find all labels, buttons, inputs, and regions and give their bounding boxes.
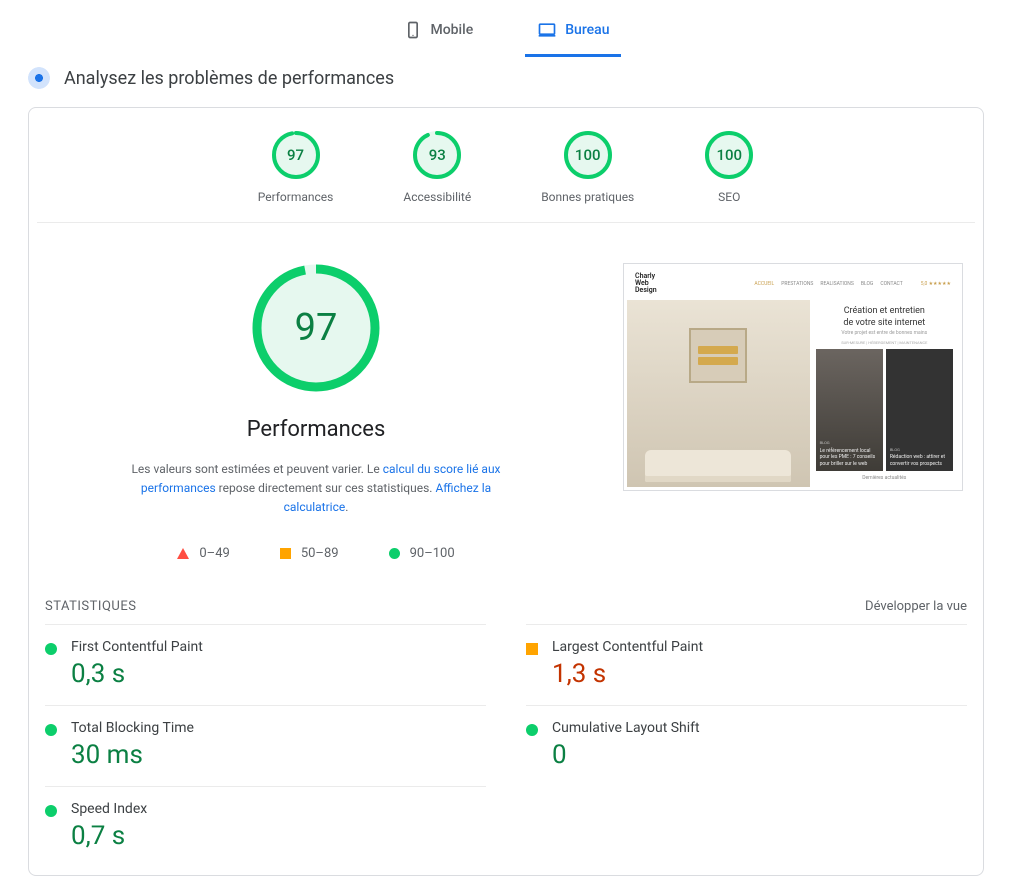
- metric-body: First Contentful Paint 0,3 s: [71, 639, 203, 689]
- score-gauge: 93: [412, 130, 462, 180]
- legend-high: 90–100: [389, 546, 455, 561]
- banner: Analysez les problèmes de performances: [0, 57, 1012, 107]
- thumb-logo3: Design: [635, 287, 657, 294]
- stats-title: STATISTIQUES: [45, 599, 136, 614]
- score-label: Performances: [258, 190, 334, 204]
- metric-value: 30 ms: [71, 740, 194, 770]
- thumb-sub: Votre projet est entre de bonnes mains: [816, 330, 953, 336]
- thumb-nav2: PRESTATIONS: [781, 281, 813, 287]
- tab-bureau-label: Bureau: [565, 22, 609, 38]
- score-gauge: 100: [563, 130, 613, 180]
- score-item-1[interactable]: 93 Accessibilité: [403, 130, 471, 204]
- stats-header: STATISTIQUES Développer la vue: [29, 585, 983, 624]
- score-label: Accessibilité: [403, 190, 471, 204]
- performance-title: Performances: [247, 417, 386, 442]
- thumb-meta: SUR-MESURE | HÉBERGEMENT | MAINTENANCE: [816, 340, 953, 345]
- metrics-grid: First Contentful Paint 0,3 s Largest Con…: [29, 624, 983, 867]
- score-label: Bonnes pratiques: [541, 190, 634, 204]
- site-screenshot: CharlyWebDesign ACCUEILPRESTATIONSREALIS…: [623, 263, 963, 491]
- scores-row: 97 Performances 93 Accessibilité: [37, 108, 975, 223]
- tab-bureau[interactable]: Bureau: [525, 12, 621, 57]
- thumb-card2-text: Rédaction web : attirer et convertir vos…: [890, 454, 949, 467]
- status-dot-icon: [526, 643, 538, 655]
- status-dot-icon: [526, 724, 538, 736]
- score-value: 100: [704, 130, 754, 180]
- desktop-icon: [537, 20, 557, 40]
- metric-value: 0: [552, 740, 700, 770]
- banner-text: Analysez les problèmes de performances: [64, 68, 394, 89]
- legend-low-label: 0–49: [199, 546, 229, 561]
- thumb-nav: ACCUEIL PRESTATIONS REALISATIONS BLOG CONTAC…: [754, 281, 902, 287]
- metric-value: 0,7 s: [71, 821, 147, 851]
- metric-4[interactable]: Speed Index 0,7 s: [45, 786, 486, 867]
- thumb-footer: Dernières actualités: [816, 471, 953, 481]
- disclaimer-text: Les valeurs sont estimées et peuvent var…: [131, 462, 382, 476]
- device-tabs: Mobile Bureau: [0, 0, 1012, 57]
- legend-mid: 50–89: [280, 546, 339, 561]
- metric-name: First Contentful Paint: [71, 639, 203, 655]
- metric-name: Cumulative Layout Shift: [552, 720, 700, 736]
- legend-low: 0–49: [177, 546, 229, 561]
- radar-icon: [28, 67, 50, 89]
- thumb-title2: de votre site internet: [816, 318, 953, 328]
- metric-0[interactable]: First Contentful Paint 0,3 s: [45, 624, 486, 705]
- metric-body: Cumulative Layout Shift 0: [552, 720, 700, 770]
- legend-high-label: 90–100: [410, 546, 455, 561]
- score-value: 93: [412, 130, 462, 180]
- square-icon: [280, 548, 291, 559]
- thumb-nav5: CONTACT: [880, 281, 902, 287]
- metric-body: Total Blocking Time 30 ms: [71, 720, 194, 770]
- circle-icon: [389, 548, 400, 559]
- score-item-3[interactable]: 100 SEO: [704, 130, 754, 204]
- performance-big-value: 97: [251, 263, 381, 393]
- disclaimer-text3: .: [345, 500, 348, 514]
- tab-mobile-label: Mobile: [431, 22, 474, 38]
- disclaimer: Les valeurs sont estimées et peuvent var…: [116, 460, 516, 518]
- performance-big-gauge: 97: [251, 263, 381, 393]
- detail-row: 97 Performances Les valeurs sont estimée…: [29, 223, 983, 585]
- thumb-nav4: BLOG: [861, 281, 874, 287]
- score-value: 97: [271, 130, 321, 180]
- disclaimer-text2: repose directement sur ces statistiques.: [216, 481, 436, 495]
- thumb-card2-tag: BLOG: [890, 447, 949, 452]
- score-legend: 0–49 50–89 90–100: [177, 546, 454, 561]
- metric-value: 0,3 s: [71, 659, 203, 689]
- thumb-card1-tag: BLOG: [820, 440, 879, 445]
- status-dot-icon: [45, 724, 57, 736]
- metric-3[interactable]: Cumulative Layout Shift 0: [526, 705, 967, 786]
- metric-name: Largest Contentful Paint: [552, 639, 703, 655]
- score-label: SEO: [718, 190, 740, 204]
- legend-mid-label: 50–89: [301, 546, 339, 561]
- metric-body: Largest Contentful Paint 1,3 s: [552, 639, 703, 689]
- score-item-0[interactable]: 97 Performances: [258, 130, 334, 204]
- triangle-icon: [177, 548, 189, 559]
- tab-mobile[interactable]: Mobile: [391, 12, 486, 57]
- score-gauge: 100: [704, 130, 754, 180]
- report-card: 97 Performances 93 Accessibilité: [28, 107, 984, 876]
- metric-2[interactable]: Total Blocking Time 30 ms: [45, 705, 486, 786]
- mobile-icon: [403, 20, 423, 40]
- metric-body: Speed Index 0,7 s: [71, 801, 147, 851]
- metric-value: 1,3 s: [552, 659, 703, 689]
- thumb-nav1: ACCUEIL: [754, 281, 774, 287]
- thumb-card1-text: Le référencement local pour les PME : 7 …: [820, 448, 879, 468]
- status-dot-icon: [45, 805, 57, 817]
- status-dot-icon: [45, 643, 57, 655]
- score-value: 100: [563, 130, 613, 180]
- score-item-2[interactable]: 100 Bonnes pratiques: [541, 130, 634, 204]
- metric-1[interactable]: Largest Contentful Paint 1,3 s: [526, 624, 967, 705]
- metric-name: Speed Index: [71, 801, 147, 817]
- thumb-title1: Création et entretien: [816, 306, 953, 316]
- thumb-nav3: REALISATIONS: [820, 281, 853, 287]
- expand-view-link[interactable]: Développer la vue: [865, 599, 967, 614]
- thumb-stars: 5,0 ★★★★★: [921, 281, 951, 287]
- performance-detail: 97 Performances Les valeurs sont estimée…: [49, 263, 583, 561]
- metric-name: Total Blocking Time: [71, 720, 194, 736]
- score-gauge: 97: [271, 130, 321, 180]
